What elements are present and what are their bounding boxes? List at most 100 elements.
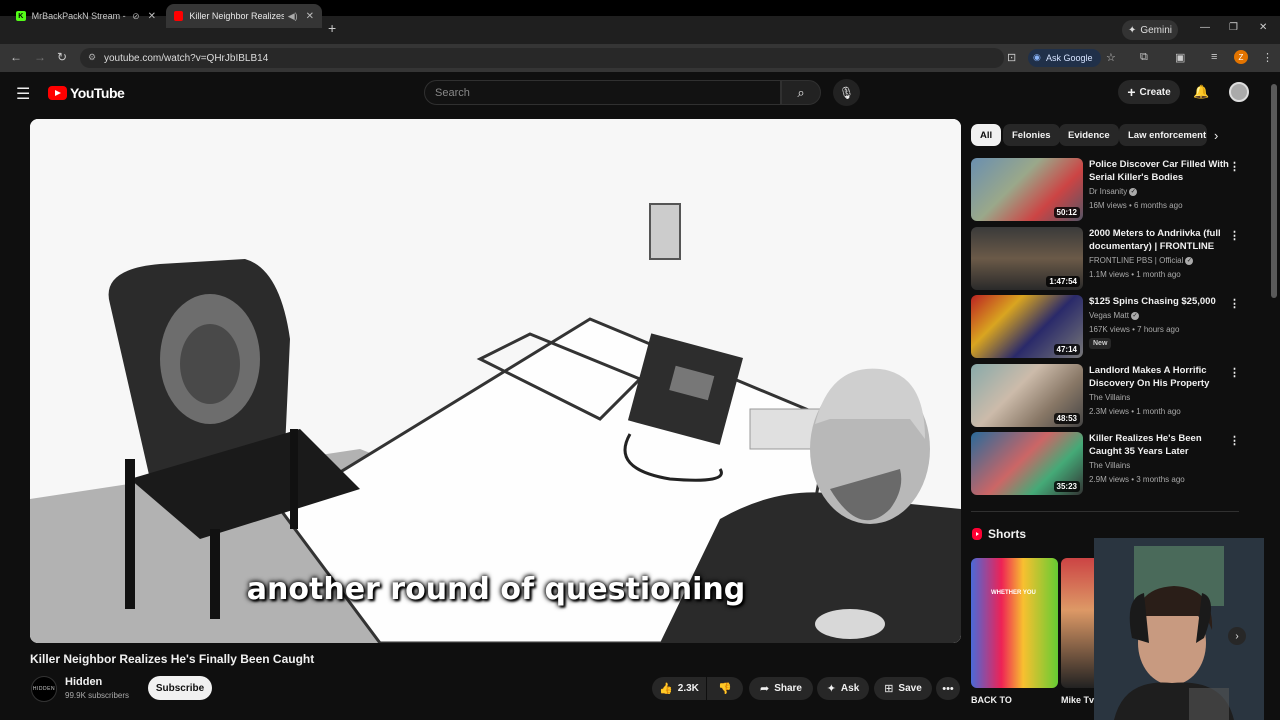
browser-menu-icon[interactable]: ⋮ bbox=[1262, 51, 1273, 64]
split-view-icon[interactable]: ▣ bbox=[1175, 51, 1185, 64]
like-button[interactable]: 👍 2.3K bbox=[652, 677, 706, 700]
short-thumbnail[interactable]: WHETHER YOU bbox=[971, 558, 1058, 688]
account-avatar[interactable] bbox=[1229, 82, 1249, 102]
sparkle-icon: ✦ bbox=[826, 683, 836, 695]
page-scrollbar[interactable] bbox=[1271, 84, 1277, 298]
channel-text: Vegas Matt bbox=[1089, 311, 1130, 320]
tab-killer-neighbor[interactable]: Killer Neighbor Realizes He ◀) ✕ bbox=[166, 4, 322, 28]
channel-text: Dr Insanity bbox=[1089, 187, 1128, 196]
forward-arrow-icon[interactable]: → bbox=[34, 50, 46, 64]
share-button[interactable]: ➦ Share bbox=[749, 677, 813, 700]
video-thumbnail[interactable]: 35:23 bbox=[971, 432, 1083, 495]
recommendation-title[interactable]: Killer Realizes He's Been Caught 35 Year… bbox=[1089, 432, 1229, 458]
subscribe-button[interactable]: Subscribe bbox=[148, 676, 212, 700]
tab-close-icon[interactable]: ✕ bbox=[148, 11, 156, 22]
restore-icon[interactable]: ❐ bbox=[1229, 22, 1238, 33]
minimize-icon[interactable]: — bbox=[1200, 22, 1210, 33]
search-button[interactable]: ⌕ bbox=[781, 80, 821, 105]
address-bar[interactable]: ⚙ youtube.com/watch?v=QHrJbIBLB14 bbox=[80, 48, 1004, 68]
verified-check-icon: ✓ bbox=[1185, 256, 1194, 265]
hamburger-menu-icon[interactable]: ☰ bbox=[16, 84, 30, 104]
youtube-play-icon bbox=[48, 86, 67, 100]
recommendation-title[interactable]: $125 Spins Chasing $25,000 bbox=[1089, 295, 1229, 308]
url-text: youtube.com/watch?v=QHrJbIBLB14 bbox=[104, 52, 269, 64]
bookmark-icon: ⊞ bbox=[884, 683, 894, 695]
recommendation-title[interactable]: 2000 Meters to Andriivka (full documenta… bbox=[1089, 227, 1229, 253]
media-controls-icon[interactable]: ≡ bbox=[1211, 51, 1217, 63]
tab-title: Killer Neighbor Realizes He bbox=[189, 11, 284, 21]
ask-button[interactable]: ✦ Ask bbox=[817, 677, 869, 700]
dislike-button[interactable]: 👎 bbox=[707, 677, 743, 700]
short-title[interactable]: Mike Tv bbox=[1061, 695, 1094, 705]
recommendation-channel[interactable]: Dr Insanity ✓ bbox=[1089, 187, 1138, 196]
shorts-heading: Shorts bbox=[972, 527, 1026, 541]
tab-mrbackpackn-stream[interactable]: K MrBackPackN Stream - Wa ⊘ ✕ bbox=[8, 4, 164, 28]
more-vertical-icon[interactable]: ⋮ bbox=[1229, 229, 1240, 242]
recommendation-title[interactable]: Police Discover Car Filled With Serial K… bbox=[1089, 158, 1229, 184]
chevron-right-icon[interactable]: › bbox=[1214, 128, 1218, 143]
save-button[interactable]: ⊞ Save bbox=[874, 677, 932, 700]
recommendation-channel[interactable]: The Villains bbox=[1089, 393, 1130, 402]
more-vertical-icon[interactable]: ⋮ bbox=[1229, 366, 1240, 379]
shorts-next-button[interactable]: › bbox=[1228, 627, 1246, 645]
video-thumbnail[interactable]: 1:47:54 bbox=[971, 227, 1083, 290]
channel-avatar[interactable]: HIDDEN bbox=[31, 676, 57, 702]
microphone-icon: 🎙 bbox=[838, 85, 855, 100]
tab-close-icon[interactable]: ✕ bbox=[306, 11, 314, 22]
recommendation-channel[interactable]: Vegas Matt ✓ bbox=[1089, 311, 1140, 320]
channel-text: FRONTLINE PBS | Official bbox=[1089, 256, 1184, 265]
channel-name[interactable]: Hidden bbox=[65, 676, 102, 688]
search-icon: ⌕ bbox=[797, 84, 805, 100]
video-player[interactable] bbox=[30, 119, 961, 643]
back-arrow-icon[interactable]: ← bbox=[10, 50, 22, 64]
audio-playing-icon[interactable]: ◀) bbox=[288, 11, 298, 22]
chip-law-enforcement[interactable]: Law enforcement bbox=[1119, 124, 1207, 146]
create-button[interactable]: + Create bbox=[1118, 80, 1180, 104]
muted-audio-icon[interactable]: ⊘ bbox=[132, 11, 140, 22]
video-thumbnail[interactable]: 47:14 bbox=[971, 295, 1083, 358]
recommendation-item[interactable]: 50:12 Police Discover Car Filled With Se… bbox=[971, 158, 1251, 222]
section-divider bbox=[971, 511, 1239, 512]
voice-search-button[interactable]: 🎙 bbox=[833, 79, 860, 106]
extensions-icon[interactable]: ⧉ bbox=[1140, 51, 1148, 64]
video-thumbnail[interactable]: 50:12 bbox=[971, 158, 1083, 221]
thumbs-up-icon: 👍 bbox=[659, 683, 673, 695]
short-title[interactable]: BACK TO bbox=[971, 695, 1012, 705]
search-input[interactable]: Search bbox=[424, 80, 781, 105]
youtube-logo[interactable]: YouTube bbox=[48, 85, 125, 101]
duration-badge: 35:23 bbox=[1053, 481, 1080, 492]
recommendation-title[interactable]: Landlord Makes A Horrific Discovery On H… bbox=[1089, 364, 1229, 390]
gemini-sparkle-icon: ✦ bbox=[1127, 24, 1137, 36]
chip-all[interactable]: All bbox=[971, 124, 1002, 146]
recommendation-item[interactable]: 48:53 Landlord Makes A Horrific Discover… bbox=[971, 364, 1251, 428]
recommendation-channel[interactable]: The Villains bbox=[1089, 461, 1130, 470]
site-info-icon[interactable]: ⚙ bbox=[88, 52, 96, 63]
bookmark-star-icon[interactable]: ☆ bbox=[1106, 51, 1116, 64]
recommendation-meta: 167K views • 7 hours ago bbox=[1089, 325, 1180, 334]
ask-google-button[interactable]: ◉ Ask Google bbox=[1028, 49, 1101, 67]
more-vertical-icon[interactable]: ⋮ bbox=[1229, 297, 1240, 310]
reload-icon[interactable]: ↻ bbox=[57, 50, 67, 64]
recommendation-channel[interactable]: FRONTLINE PBS | Official ✓ bbox=[1089, 256, 1194, 265]
video-title: Killer Neighbor Realizes He's Finally Be… bbox=[30, 652, 315, 666]
more-horizontal-icon: ••• bbox=[942, 682, 954, 695]
recommendation-item[interactable]: 35:23 Killer Realizes He's Been Caught 3… bbox=[971, 432, 1251, 496]
more-vertical-icon[interactable]: ⋮ bbox=[1229, 434, 1240, 447]
install-app-icon[interactable]: ⊡ bbox=[1007, 51, 1016, 64]
recommendation-item[interactable]: 47:14 $125 Spins Chasing $25,000 Vegas M… bbox=[971, 295, 1251, 359]
window-close-icon[interactable]: ✕ bbox=[1259, 22, 1267, 33]
new-tab-button[interactable]: + bbox=[328, 20, 336, 36]
chip-evidence[interactable]: Evidence bbox=[1059, 124, 1119, 146]
duration-badge: 1:47:54 bbox=[1046, 276, 1080, 287]
short-thumb-text: WHETHER YOU bbox=[991, 590, 1036, 596]
gemini-button[interactable]: ✦ Gemini bbox=[1122, 20, 1178, 40]
recommendation-item[interactable]: 1:47:54 2000 Meters to Andriivka (full d… bbox=[971, 227, 1251, 291]
more-vertical-icon[interactable]: ⋮ bbox=[1229, 160, 1240, 173]
shorts-icon bbox=[972, 528, 982, 540]
more-actions-button[interactable]: ••• bbox=[936, 677, 960, 700]
chip-felonies[interactable]: Felonies bbox=[1003, 124, 1060, 146]
notifications-bell-icon[interactable]: 🔔 bbox=[1193, 84, 1209, 100]
search-placeholder: Search bbox=[435, 86, 470, 99]
profile-avatar[interactable]: Z bbox=[1234, 50, 1248, 64]
video-thumbnail[interactable]: 48:53 bbox=[971, 364, 1083, 427]
